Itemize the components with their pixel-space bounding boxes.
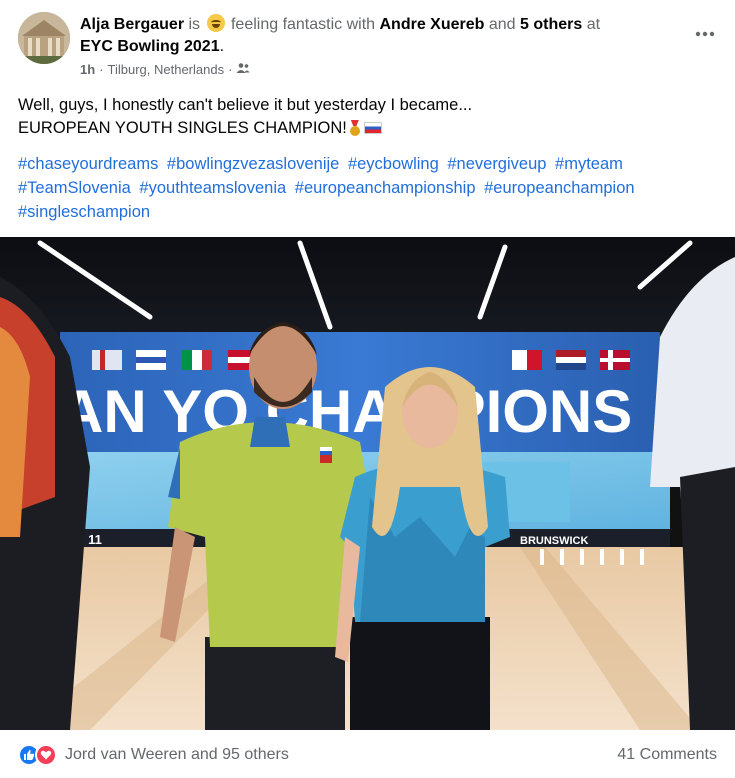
hashtag-link[interactable]: #TeamSlovenia	[18, 179, 131, 197]
hashtag-link[interactable]: #youthteamslovenia	[139, 179, 286, 197]
hashtag-link[interactable]: #chaseyourdreams	[18, 155, 158, 173]
hashtag-link[interactable]: #nevergiveup	[447, 155, 546, 173]
post-text: Well, guys, I honestly can't believe it …	[18, 94, 718, 140]
post-text-line2: EUROPEAN YOUTH SINGLES CHAMPION!	[18, 119, 347, 137]
hashtag-link[interactable]: #europeanchampionship	[295, 179, 476, 197]
reaction-icons	[18, 744, 57, 766]
friends-audience-icon[interactable]	[236, 62, 250, 77]
comments-count[interactable]: 41 Comments	[617, 746, 717, 764]
hashtag-list: #chaseyourdreams #bowlingzvezaslovenije …	[18, 152, 718, 224]
post-meta: 1h · Tilburg, Netherlands ·	[80, 62, 250, 77]
hashtag-link[interactable]: #eycbowling	[348, 155, 439, 173]
banner-text: AN YO CHAMPIONS	[60, 378, 632, 445]
feeling-text: feeling fantastic with	[230, 16, 376, 33]
slovenia-flag-icon	[363, 122, 382, 134]
reactions-text[interactable]: Jord van Weeren and 95 others	[65, 746, 289, 764]
post-time[interactable]: 1h	[80, 62, 95, 77]
more-horizontal-icon[interactable]	[693, 22, 717, 46]
post-text-line1: Well, guys, I honestly can't believe it …	[18, 96, 473, 114]
post-photo[interactable]: AN YO CHAMPIONS 10 11 BRUNSWICK	[0, 237, 735, 730]
author-name[interactable]: Alja Bergauer	[80, 16, 184, 33]
medal-icon	[349, 120, 361, 136]
meta-separator: ·	[99, 62, 104, 77]
facebook-post: Alja Bergauer is feeling fantastic with …	[0, 0, 735, 778]
hashtag-link[interactable]: #myteam	[555, 155, 623, 173]
at-word: at	[586, 16, 601, 33]
love-icon	[35, 744, 57, 766]
hashtag-link[interactable]: #singleschampion	[18, 203, 150, 221]
tagged-person[interactable]: Andre Xuereb	[380, 16, 485, 33]
post-footer: Jord van Weeren and 95 others 41 Comment…	[18, 738, 717, 772]
headline-period: .	[219, 38, 225, 55]
avatar[interactable]	[18, 12, 70, 64]
post-text-line2-wrap: EUROPEAN YOUTH SINGLES CHAMPION!	[18, 117, 718, 140]
hashtag-link[interactable]: #europeanchampion	[484, 179, 634, 197]
and-word: and	[488, 16, 516, 33]
meta-separator: ·	[228, 62, 233, 77]
is-word: is	[188, 16, 201, 33]
reactions-summary[interactable]: Jord van Weeren and 95 others	[18, 744, 289, 766]
place-name[interactable]: EYC Bowling 2021	[80, 38, 220, 55]
brand-text: BRUNSWICK	[520, 535, 588, 547]
tagged-others[interactable]: 5 others	[520, 16, 582, 33]
laughing-emoji-icon	[206, 14, 225, 32]
post-location[interactable]: Tilburg, Netherlands	[108, 62, 225, 77]
post-headline: Alja Bergauer is feeling fantastic with …	[80, 14, 680, 58]
hashtag-link[interactable]: #bowlingzvezaslovenije	[167, 155, 339, 173]
